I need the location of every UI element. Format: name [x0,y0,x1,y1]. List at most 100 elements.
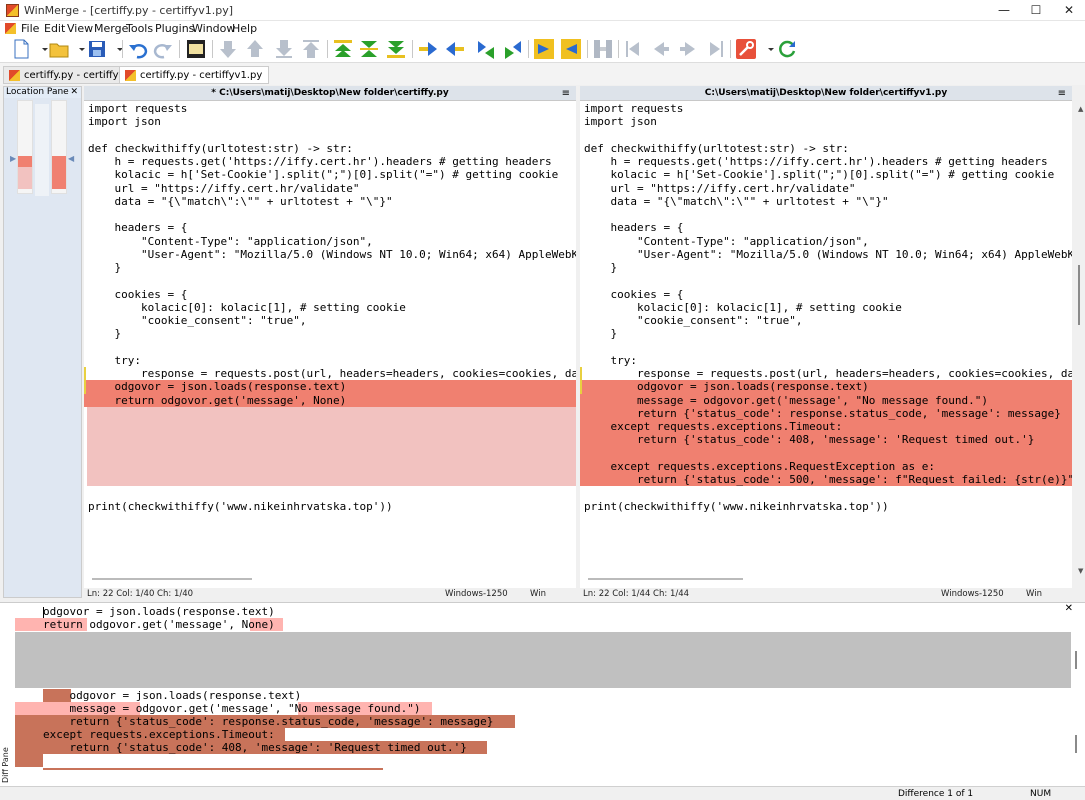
first-conflict-icon[interactable] [300,38,322,60]
menu-plugins[interactable]: Plugins [155,22,194,35]
location-map[interactable]: ▶ ◀ [4,98,81,597]
diff-pane[interactable]: ✕ Diff Pane odgovor = json.loads(respons… [0,602,1085,786]
scroll-down-icon[interactable]: ▼ [1078,567,1083,575]
scroll-up-icon[interactable]: ▲ [1078,105,1083,113]
left-code-area[interactable]: import requests import json def checkwithi… [84,102,576,572]
copy-right-advance-icon[interactable] [475,38,497,60]
last-conflict-icon[interactable] [273,38,295,60]
chevron-down-icon[interactable] [760,38,774,60]
next-conflict-down-icon[interactable] [217,38,239,60]
copy-left-advance-icon[interactable] [502,38,524,60]
close-button[interactable]: ✕ [1053,0,1085,21]
winmerge-logo-icon [9,70,20,81]
copy-all-right-icon[interactable] [533,38,555,60]
menu-tools[interactable]: Tools [126,22,153,35]
copy-right-icon[interactable] [417,38,439,60]
chevron-down-icon[interactable] [109,38,123,60]
right-end-icon[interactable] [704,38,726,60]
diff-right-line: message = odgovor.get('message', "No mes… [43,702,421,715]
menu-merge[interactable]: Merge [94,22,128,35]
code-line: kolacic = h['Set-Cookie'].split(";")[0].… [584,168,1055,182]
location-viewport [35,104,49,196]
menu-file[interactable]: File [21,22,39,35]
document-icon[interactable] [5,23,16,34]
save-icon[interactable] [86,38,108,60]
code-line: import json [584,115,657,129]
hamburger-menu-icon[interactable]: ≡ [562,86,570,101]
code-line: } [584,327,618,341]
left-start-icon[interactable] [623,38,645,60]
right-code-area[interactable]: import requests import json def checkwithi… [580,102,1072,572]
winmerge-logo-icon [125,70,136,81]
diff-gap-line [87,420,576,434]
code-line: headers = { [88,221,188,235]
minimize-button[interactable]: — [988,0,1020,21]
code-line: "Content-Type": "application/json", [584,234,869,248]
window-title: WinMerge - [certiffy.py - certiffyv1.py] [24,4,234,17]
current-difference-icon[interactable] [358,38,380,60]
code-line: h = requests.get('https://iffy.cert.hr')… [584,155,1048,168]
filter-icon[interactable] [185,38,207,60]
close-icon[interactable]: ✕ [1065,603,1073,614]
redo-icon[interactable] [152,38,174,60]
copy-left-icon[interactable] [444,38,466,60]
new-file-icon[interactable] [10,38,32,60]
diff-scrollbar-top[interactable] [1075,651,1077,669]
left-cursor-position: Ln: 22 Col: 1/40 Ch: 1/40 [87,589,194,599]
code-line: h = requests.get('https://iffy.cert.hr')… [88,155,552,168]
code-line: "cookie_consent": "true", [88,314,307,327]
code-line: } [584,261,618,274]
tab-compare-2[interactable]: certiffy.py - certiffyv1.py [119,66,270,84]
prev-conflict-up-icon[interactable] [244,38,266,60]
code-line: odgovor = json.loads(response.text) [580,380,1072,394]
diff-left-line: return odgovor.get('message', None) [43,618,275,631]
options-icon[interactable] [735,38,757,60]
menu-bar: File Edit View Merge Tools Plugins Windo… [0,21,1085,36]
left-arrow-icon[interactable] [650,38,672,60]
menu-edit[interactable]: Edit [44,22,65,35]
tab-bar: certiffy.py - certiffyv1.py certiffy.py … [0,63,1085,85]
left-editor-pane[interactable]: * C:\Users\matij\Desktop\New folder\cert… [84,86,576,588]
first-difference-icon[interactable] [332,38,354,60]
code-line: kolacic[0]: kolacic[1], # setting cookie [88,300,406,314]
chevron-down-icon[interactable] [34,38,48,60]
diff-highlight [15,754,43,767]
all-in-one-icon[interactable] [592,38,614,60]
code-line: data = "{\"match\":\"" + urltotest + "\"… [88,194,393,208]
horizontal-scrollbar[interactable] [588,578,743,580]
undo-icon[interactable] [127,38,149,60]
menu-view[interactable]: View [67,22,93,35]
location-bar-left [17,100,33,194]
maximize-button[interactable]: ☐ [1020,0,1052,21]
location-bar-right [51,100,67,194]
menu-help[interactable]: Help [232,22,257,35]
code-line: import requests [88,102,188,115]
vertical-scrollbar[interactable]: ▲ ▼ [1074,105,1084,585]
difference-counter: Difference 1 of 1 [898,789,974,799]
copy-all-left-icon[interactable] [560,38,582,60]
code-line: "User-Agent": "Mozilla/5.0 (Windows NT 1… [584,247,1072,261]
last-difference-icon[interactable] [385,38,407,60]
code-line: "User-Agent": "Mozilla/5.0 (Windows NT 1… [88,247,576,261]
code-line: def checkwithiffy(urltotest:str) -> str: [88,141,353,155]
code-line: return {'status_code': 408, 'message': '… [580,433,1072,447]
code-line: } [88,261,122,274]
right-arrow-icon[interactable] [677,38,699,60]
arrow-right-icon: ▶ [10,154,17,163]
right-file-path: C:\Users\matij\Desktop\New folder\certif… [580,86,1072,101]
arrow-left-icon: ◀ [68,154,75,163]
tab-label: certiffy.py - certiffyv1.py [140,70,263,81]
menu-window[interactable]: Window [192,22,235,35]
horizontal-scrollbar[interactable] [92,578,252,580]
refresh-icon[interactable] [776,38,798,60]
chevron-down-icon[interactable] [71,38,85,60]
diff-scrollbar-bottom[interactable] [1075,735,1077,753]
close-icon[interactable]: ✕ [70,87,78,97]
right-editor-pane[interactable]: C:\Users\matij\Desktop\New folder\certif… [580,86,1072,588]
hamburger-menu-icon[interactable]: ≡ [1058,86,1066,101]
open-folder-icon[interactable] [48,38,70,60]
